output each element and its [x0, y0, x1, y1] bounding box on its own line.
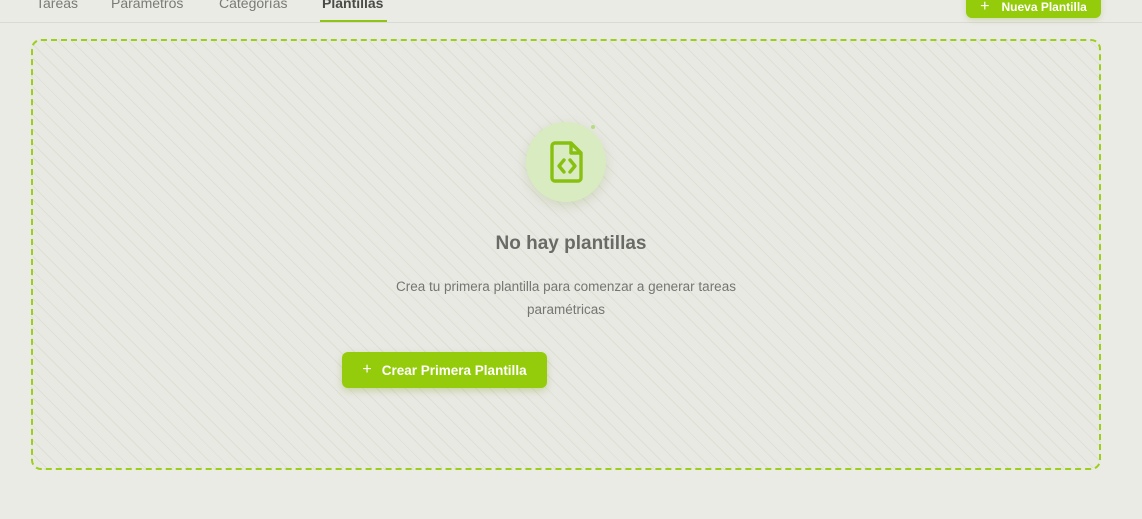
- empty-state-description: Crea tu primera plantilla para comenzar …: [396, 279, 736, 317]
- tab-plantillas[interactable]: Plantillas: [319, 0, 388, 22]
- tab-categorias[interactable]: Categorías: [219, 0, 287, 22]
- sparkle-decoration: [591, 125, 595, 129]
- new-template-button-label: Nueva Plantilla: [1001, 0, 1087, 14]
- empty-state-icon-circle: [526, 122, 606, 202]
- file-code-icon: [550, 141, 583, 183]
- empty-state-title: No hay plantillas: [495, 233, 647, 254]
- new-template-button[interactable]: + Nueva Plantilla: [966, 0, 1101, 18]
- plus-icon: +: [980, 0, 990, 15]
- tab-parametros[interactable]: Parámetros: [111, 0, 183, 22]
- create-first-template-button-label: Crear Primera Plantilla: [381, 362, 527, 378]
- create-first-template-button[interactable]: + Crear Primera Plantilla: [342, 352, 547, 388]
- plus-icon: +: [362, 361, 372, 378]
- tab-tareas[interactable]: Tareas: [36, 0, 78, 22]
